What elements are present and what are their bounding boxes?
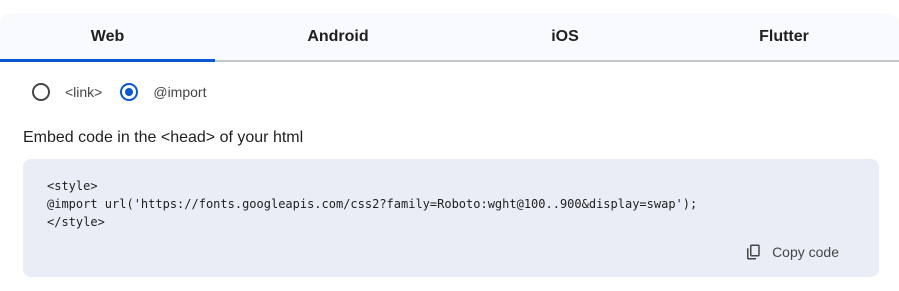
- link-radio[interactable]: [32, 83, 50, 101]
- tab-flutter[interactable]: Flutter: [669, 13, 899, 60]
- tab-android[interactable]: Android: [215, 13, 461, 60]
- code-block: <style> @import url('https://fonts.googl…: [23, 159, 879, 277]
- code-line: </style>: [47, 215, 105, 229]
- embed-panel: <link> @import Embed code in the <head> …: [0, 62, 899, 291]
- platform-tabs: Web Android iOS Flutter: [0, 13, 899, 62]
- embed-instruction: Embed code in the <head> of your html: [23, 129, 304, 146]
- tab-web[interactable]: Web: [0, 13, 215, 62]
- import-radio[interactable]: [120, 83, 139, 101]
- copy-icon: [747, 244, 760, 260]
- link-radio-label[interactable]: <link>: [65, 84, 102, 100]
- embed-type-radio-group: <link> @import: [32, 80, 224, 104]
- code-line: @import url('https://fonts.googleapis.co…: [47, 197, 698, 211]
- code-line: <style>: [47, 179, 98, 193]
- import-radio-label[interactable]: @import: [153, 84, 206, 100]
- copy-code-button[interactable]: Copy code: [744, 243, 839, 261]
- embed-code[interactable]: <style> @import url('https://fonts.googl…: [47, 177, 697, 231]
- copy-code-label: Copy code: [772, 244, 839, 260]
- tab-ios[interactable]: iOS: [461, 13, 669, 60]
